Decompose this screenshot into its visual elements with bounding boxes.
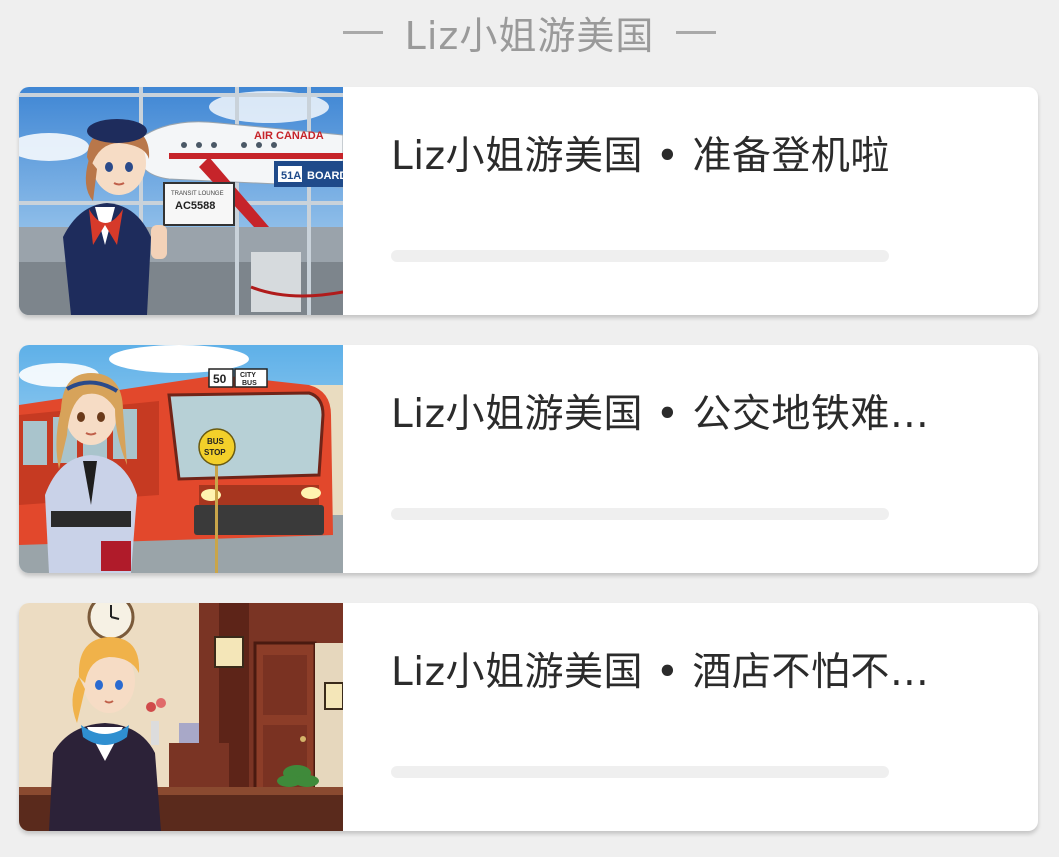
right-dash-divider — [676, 30, 717, 34]
lesson-card-boarding[interactable]: AIR CANADA 51A BOARD TRANSIT LOUNGE AC55… — [19, 87, 1038, 315]
transit-sign-flight: AC5588 — [175, 200, 215, 212]
transit-sign-header: TRANSIT LOUNGE — [171, 191, 224, 197]
lesson-title: Liz小姐游美国 • 准备登机啦 — [391, 134, 890, 179]
lesson-thumbnail-airport: AIR CANADA 51A BOARD TRANSIT LOUNGE AC55… — [19, 87, 343, 315]
lesson-thumbnail-hotel — [19, 603, 343, 831]
lesson-progress-bar — [391, 250, 889, 262]
bus-number-text: 50 — [213, 372, 227, 386]
stop-sign-line1: BUS — [207, 437, 225, 446]
lesson-card-hotel[interactable]: Liz小姐游美国 • 酒店不怕不… — [19, 603, 1038, 831]
gate-word-text: BOARD — [307, 170, 343, 182]
bus-sign-line2: BUS — [242, 380, 257, 387]
lesson-thumbnail-bus: 50 CITY BUS BUS STOP — [19, 345, 343, 573]
stop-sign-line2: STOP — [204, 448, 226, 457]
section-header: Liz小姐游美国 — [0, 8, 1059, 58]
lesson-list-page: Liz小姐游美国 AIR CANADA 51A BOAR TRANSIT LOU… — [0, 0, 1059, 857]
gate-number-text: 51A — [281, 170, 301, 182]
lesson-progress-bar — [391, 766, 889, 778]
lesson-card-bus-subway[interactable]: 50 CITY BUS BUS STOP Liz小姐游美国 • 公交地铁难… — [19, 345, 1038, 573]
lesson-title: Liz小姐游美国 • 酒店不怕不… — [391, 650, 930, 695]
airline-text: AIR CANADA — [254, 130, 324, 142]
section-title: Liz小姐游美国 — [404, 13, 655, 58]
bus-sign-line1: CITY — [240, 372, 256, 379]
lesson-title: Liz小姐游美国 • 公交地铁难… — [391, 392, 930, 437]
lesson-progress-bar — [391, 508, 889, 520]
left-dash-divider — [342, 30, 383, 34]
